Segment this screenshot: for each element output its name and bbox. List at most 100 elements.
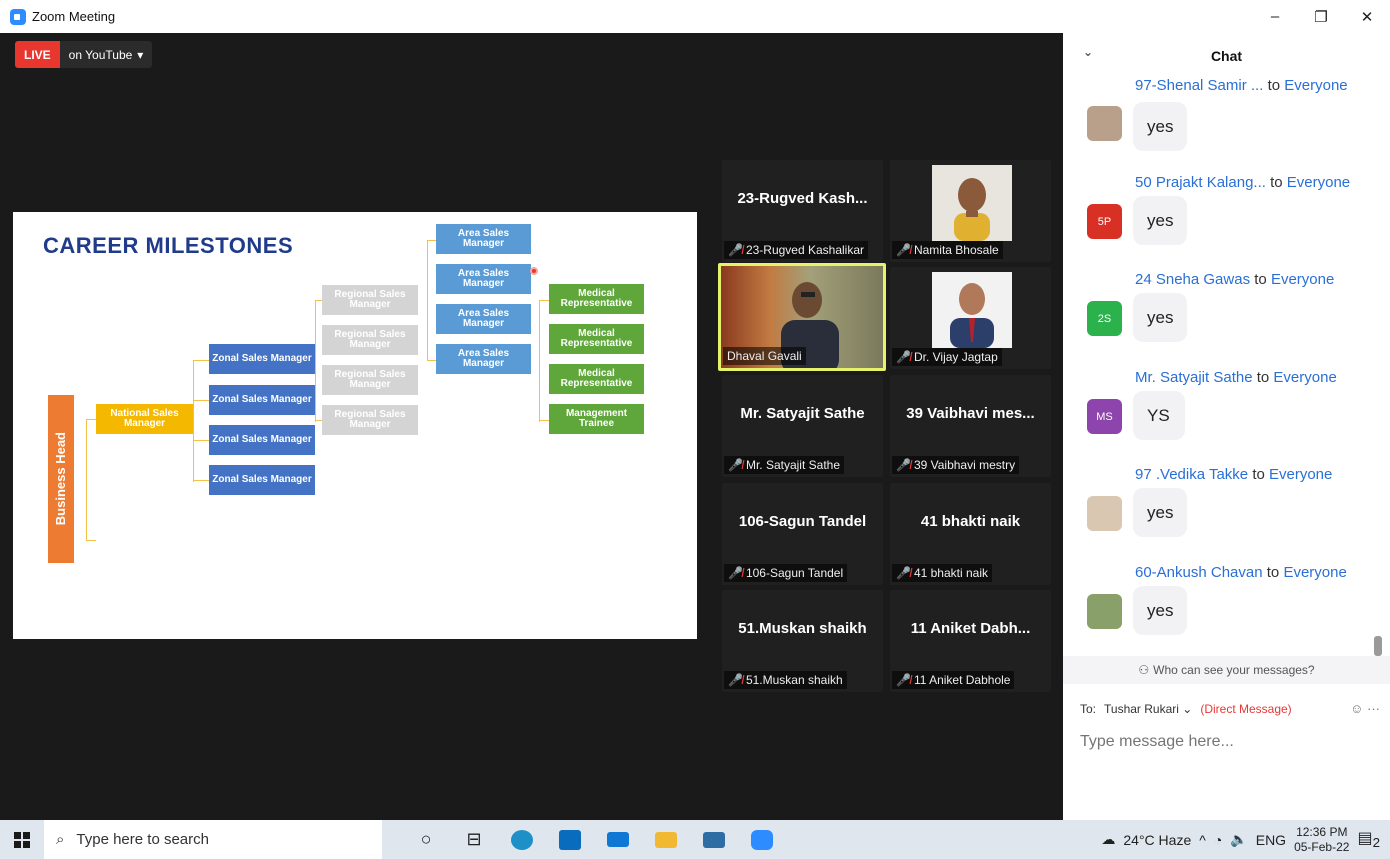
volume-icon[interactable]: 🔈 — [1230, 831, 1247, 848]
connector-line — [539, 420, 549, 421]
notification-count: 2 — [1372, 835, 1380, 851]
chat-sender[interactable]: Mr. Satyajit Sathe — [1135, 369, 1253, 386]
participant-tile[interactable]: 🎤̸ Namita Bhosale — [890, 160, 1051, 262]
meeting-area: LIVE on YouTube ▾ CAREER MILESTONES Busi… — [0, 33, 1063, 820]
participant-tile[interactable]: 23-Rugved Kash... 🎤̸ 23-Rugved Kashalikar — [722, 160, 883, 262]
mail-icon[interactable] — [594, 820, 642, 859]
participant-tile[interactable]: 39 Vaibhavi mes... 🎤̸ 39 Vaibhavi mestry — [890, 375, 1051, 477]
participant-name-label: 🎤̸ 106-Sagun Tandel — [724, 564, 848, 582]
connector-line — [539, 300, 540, 422]
chat-message-header: 97 .Vedika Takke to Everyone — [1135, 466, 1332, 483]
participant-name: Dhaval Gavali — [727, 349, 802, 363]
recipient-name: Tushar Rukari — [1104, 701, 1179, 716]
collapse-chevron-icon[interactable]: ⌄ — [1083, 45, 1093, 59]
area-sales-manager-box: Area Sales Manager — [436, 344, 531, 374]
store-icon[interactable] — [546, 820, 594, 859]
chat-scrollbar[interactable] — [1374, 636, 1382, 656]
cortana-icon[interactable]: ○ — [402, 820, 450, 859]
mic-muted-icon: 🎤̸ — [896, 458, 911, 472]
network-icon[interactable]: ◔ — [1214, 832, 1222, 848]
chat-sender[interactable]: 97-Shenal Samir ... — [1135, 77, 1263, 94]
chat-audience: Everyone — [1269, 466, 1333, 483]
chat-to-word: to — [1254, 271, 1267, 288]
participant-tile[interactable]: Mr. Satyajit Sathe 🎤̸ Mr. Satyajit Sathe — [722, 375, 883, 477]
chat-audience: Everyone — [1284, 77, 1348, 94]
participant-display-name: Mr. Satyajit Sathe — [740, 405, 865, 422]
zonal-sales-manager-box: Zonal Sales Manager — [209, 425, 315, 455]
mic-muted-icon: 🎤̸ — [896, 350, 911, 364]
window-titlebar: Zoom Meeting – ❐ ✕ — [0, 0, 1390, 33]
language-indicator[interactable]: ENG — [1256, 832, 1286, 848]
edge-browser-icon[interactable] — [498, 820, 546, 859]
avatar: 5P — [1087, 204, 1122, 239]
who-can-see-link[interactable]: ⚇ Who can see your messages? — [1063, 656, 1390, 684]
zoom-taskbar-icon[interactable] — [738, 820, 786, 859]
emoji-icon[interactable]: ☺ — [1350, 701, 1363, 716]
start-button[interactable] — [0, 820, 44, 859]
live-label: LIVE — [15, 41, 60, 68]
minimize-button[interactable]: – — [1252, 0, 1298, 33]
participant-display-name: 23-Rugved Kash... — [737, 190, 868, 207]
regional-sales-manager-box: Regional Sales Manager — [322, 285, 418, 315]
chat-recipient-row: To: Tushar Rukari ⌄ (Direct Message) ☺ ·… — [1080, 701, 1380, 716]
chat-message: Mr. Satyajit Sathe to Everyone MS YS — [1063, 369, 1373, 459]
avatar — [1087, 594, 1122, 629]
clock[interactable]: 12:36 PM 05-Feb-22 — [1294, 825, 1349, 855]
mic-muted-icon: 🎤̸ — [728, 458, 743, 472]
mic-muted-icon: 🎤̸ — [896, 673, 911, 687]
chat-sender[interactable]: 24 Sneha Gawas — [1135, 271, 1250, 288]
laser-pointer — [530, 267, 538, 275]
shared-screen-slide: CAREER MILESTONES Business Head National… — [13, 212, 697, 639]
chat-to-word: to — [1266, 564, 1280, 581]
app-icon[interactable] — [690, 820, 738, 859]
chat-sender[interactable]: 97 .Vedika Takke — [1135, 466, 1248, 483]
recipient-dropdown[interactable]: Tushar Rukari ⌄ — [1104, 702, 1192, 716]
connector-line — [315, 420, 322, 421]
weather-text[interactable]: 24°C Haze — [1123, 832, 1191, 848]
participant-tile[interactable]: 51.Muskan shaikh 🎤̸ 51.Muskan shaikh — [722, 590, 883, 692]
windows-taskbar: ⌕ Type here to search ○ ⊟ ☁ 24°C Haze ^ … — [0, 820, 1390, 859]
chat-sender[interactable]: 50 Prajakt Kalang... — [1135, 174, 1266, 191]
close-button[interactable]: ✕ — [1344, 0, 1390, 33]
chat-message: 50 Prajakt Kalang... to Everyone 5P yes — [1063, 174, 1373, 264]
more-options-icon[interactable]: ··· — [1367, 701, 1380, 716]
participant-display-name: 41 bhakti naik — [920, 513, 1021, 530]
mic-muted-icon: 🎤̸ — [728, 673, 743, 687]
restore-button[interactable]: ❐ — [1298, 0, 1344, 33]
mic-muted-icon: 🎤̸ — [896, 243, 911, 257]
participant-name-label: 🎤̸ 39 Vaibhavi mestry — [892, 456, 1020, 474]
participant-tile[interactable]: 11 Aniket Dabh... 🎤̸ 11 Aniket Dabhole — [890, 590, 1051, 692]
notification-icon[interactable]: ▤2 — [1357, 828, 1380, 850]
participant-tile-active-speaker[interactable]: Dhaval Gavali — [718, 263, 886, 371]
chat-bubble: yes — [1133, 293, 1188, 342]
connector-line — [315, 300, 322, 301]
zoom-app-icon — [10, 8, 26, 25]
chat-sender[interactable]: 60-Ankush Chavan — [1135, 564, 1263, 581]
chevron-down-icon: ▾ — [137, 47, 144, 62]
live-stream-badge[interactable]: LIVE on YouTube ▾ — [15, 41, 153, 68]
chat-audience: Everyone — [1286, 174, 1351, 191]
chat-message: 24 Sneha Gawas to Everyone 2S yes — [1063, 271, 1373, 361]
zonal-sales-manager-box: Zonal Sales Manager — [209, 465, 315, 495]
chat-message: 97 .Vedika Takke to Everyone yes — [1063, 466, 1373, 556]
chevron-up-icon[interactable]: ^ — [1199, 832, 1206, 848]
live-platform-dropdown[interactable]: on YouTube ▾ — [59, 41, 153, 68]
taskbar-search-box[interactable]: ⌕ Type here to search — [44, 820, 382, 859]
file-explorer-icon[interactable] — [642, 820, 690, 859]
participant-tile[interactable]: 106-Sagun Tandel 🎤̸ 106-Sagun Tandel — [722, 483, 883, 585]
chat-message-header: 97-Shenal Samir ... to Everyone — [1135, 77, 1348, 94]
chat-to-word: to — [1270, 174, 1283, 191]
participant-display-name: 39 Vaibhavi mes... — [906, 405, 1035, 422]
task-view-icon[interactable]: ⊟ — [450, 820, 498, 859]
connector-line — [193, 440, 209, 441]
chat-message-input[interactable] — [1080, 733, 1370, 751]
connector-line — [427, 240, 428, 360]
participant-tile[interactable]: 41 bhakti naik 🎤̸ 41 bhakti naik — [890, 483, 1051, 585]
chat-message: 60-Ankush Chavan to Everyone yes — [1063, 564, 1373, 654]
connector-line — [86, 419, 87, 541]
participant-tile[interactable]: 🎤̸ Dr. Vijay Jagtap — [890, 267, 1051, 369]
connector-line — [539, 300, 549, 301]
chat-to-word: to — [1267, 77, 1281, 94]
participant-name-label: Dhaval Gavali — [723, 347, 806, 365]
avatar: MS — [1087, 399, 1122, 434]
